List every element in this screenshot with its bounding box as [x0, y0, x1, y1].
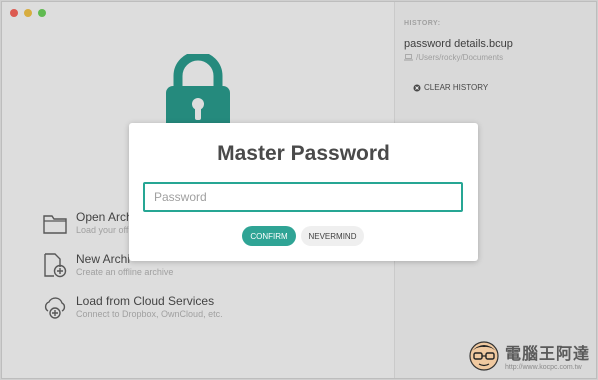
- dialog-title: Master Password: [217, 142, 390, 165]
- confirm-button[interactable]: CONFIRM: [242, 226, 296, 246]
- master-password-dialog: Master Password CONFIRM NEVERMIND: [129, 123, 478, 261]
- app-window: Open Archi Load your offl New Archi Crea…: [1, 1, 597, 379]
- nevermind-button[interactable]: NEVERMIND: [301, 226, 364, 246]
- watermark-logo: 電腦王阿達 http://www.kocpc.com.tw: [467, 338, 590, 372]
- mascot-icon: [469, 341, 499, 371]
- watermark-title: 電腦王阿達: [504, 343, 590, 363]
- watermark-url: http://www.kocpc.com.tw: [504, 363, 582, 371]
- master-password-input[interactable]: [143, 182, 463, 212]
